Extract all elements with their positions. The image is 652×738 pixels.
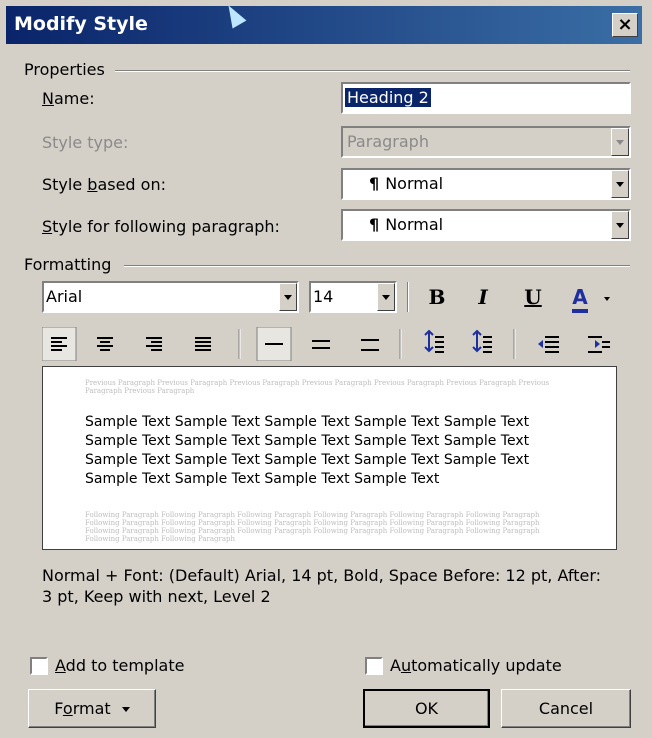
auto-update-label: Automatically update — [390, 656, 562, 675]
name-value: Heading 2 — [345, 88, 431, 107]
style-type-dropdown: Paragraph — [341, 126, 631, 158]
format-dropdown-arrow-icon — [121, 707, 130, 712]
following-paragraph-label: Style for following paragraph: — [42, 217, 280, 236]
chevron-down-icon[interactable] — [611, 211, 629, 239]
add-to-template-checkbox[interactable] — [30, 657, 48, 675]
style-type-value: Paragraph — [347, 132, 429, 151]
style-type-label: Style type: — [42, 133, 129, 152]
justify-icon[interactable] — [195, 337, 211, 351]
close-button[interactable]: × — [612, 13, 638, 37]
previous-paragraph-text: Previous Paragraph Previous Paragraph Pr… — [85, 379, 550, 395]
based-on-dropdown[interactable]: ¶ Normal — [341, 168, 631, 200]
decrease-indent-icon[interactable] — [538, 336, 559, 353]
paragraph-toolbar — [42, 327, 610, 361]
toolbar-separator — [238, 329, 241, 359]
style-preview: Previous Paragraph Previous Paragraph Pr… — [42, 366, 617, 550]
toolbar-separator — [399, 329, 402, 359]
pilcrow-icon: ¶ — [369, 174, 380, 193]
underline-button[interactable]: U — [516, 282, 550, 312]
formatting-divider — [124, 265, 630, 267]
bold-button[interactable]: B — [420, 282, 454, 312]
properties-divider — [115, 70, 630, 72]
title-bar: Modify Style × — [6, 6, 642, 44]
one-half-spacing-icon[interactable] — [312, 340, 330, 349]
font-size-dropdown[interactable]: 14 — [309, 281, 397, 313]
following-paragraph-dropdown[interactable]: ¶ Normal — [341, 209, 631, 241]
font-name-value: Arial — [46, 287, 83, 306]
font-size-value: 14 — [313, 287, 334, 306]
increase-indent-icon[interactable] — [588, 336, 610, 353]
formatting-group-label: Formatting — [24, 255, 118, 274]
font-color-icon: A — [572, 285, 588, 313]
following-paragraph-text: Following Paragraph Following Paragraph … — [85, 511, 540, 543]
space-after-icon[interactable] — [472, 329, 492, 353]
add-to-template-label: Add to template — [55, 656, 185, 675]
align-right-icon[interactable] — [146, 337, 162, 351]
ok-button[interactable]: OK — [363, 689, 490, 728]
based-on-label: Style based on: — [42, 175, 166, 194]
italic-button[interactable]: I — [466, 282, 500, 312]
auto-update-checkbox[interactable] — [365, 657, 383, 675]
space-before-icon[interactable] — [424, 329, 444, 353]
single-spacing-icon[interactable] — [256, 327, 292, 361]
name-field[interactable]: Heading 2 — [341, 82, 631, 114]
dialog-title: Modify Style — [14, 13, 148, 35]
based-on-value: Normal — [385, 174, 444, 193]
chevron-down-icon[interactable] — [611, 170, 629, 198]
align-left-icon[interactable] — [42, 327, 77, 361]
name-label: Name: — [42, 89, 95, 108]
format-button[interactable]: Format — [28, 689, 156, 728]
toolbar-separator — [407, 282, 409, 312]
chevron-down-icon[interactable] — [377, 283, 395, 311]
pilcrow-icon: ¶ — [369, 215, 380, 234]
chevron-down-icon[interactable] — [279, 283, 297, 311]
font-name-dropdown[interactable]: Arial — [42, 281, 299, 313]
font-color-button[interactable]: A — [562, 282, 598, 313]
toolbar-separator — [513, 329, 516, 359]
font-color-dropdown-arrow[interactable] — [604, 297, 610, 301]
following-paragraph-value: Normal — [385, 215, 444, 234]
properties-group-label: Properties — [24, 60, 111, 79]
sample-text: Sample Text Sample Text Sample Text Samp… — [85, 414, 530, 487]
cancel-button[interactable]: Cancel — [501, 689, 631, 728]
align-center-icon[interactable] — [97, 337, 113, 351]
double-spacing-icon[interactable] — [361, 339, 379, 351]
style-description: Normal + Font: (Default) Arial, 14 pt, B… — [42, 566, 601, 606]
chevron-down-icon — [611, 128, 629, 156]
